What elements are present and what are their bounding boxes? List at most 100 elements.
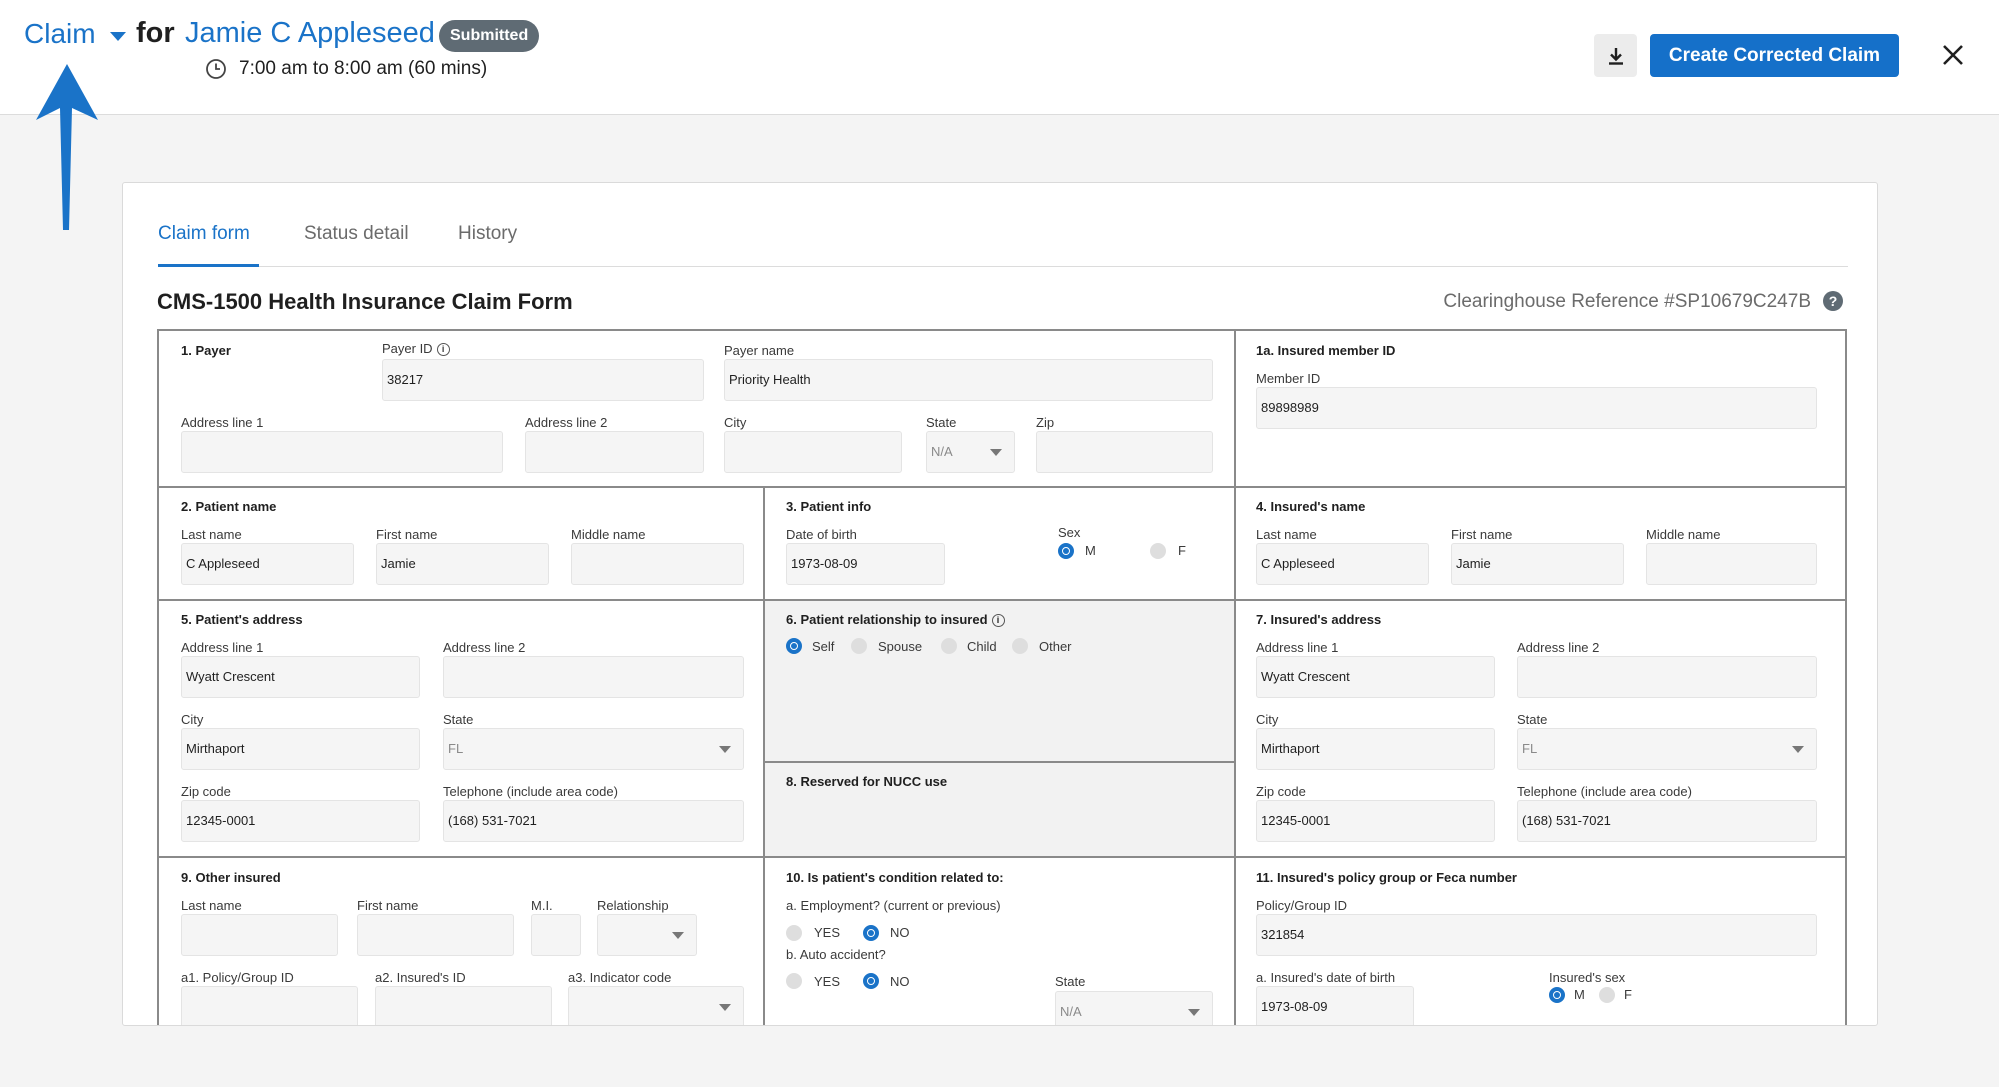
insured-phone-label: Telephone (include area code) [1517, 784, 1692, 799]
payer-city-input[interactable] [724, 431, 902, 473]
time-range: 7:00 am to 8:00 am (60 mins) [239, 58, 488, 79]
patient-sex-m-radio[interactable] [1058, 543, 1074, 559]
insured-sex-m-label: M [1574, 987, 1585, 1002]
payer-city-label: City [724, 415, 747, 430]
section-relationship-title: 6. Patient relationship to insured i [786, 612, 1005, 627]
auto-yes-label: YES [814, 974, 841, 989]
claim-menu-dropdown[interactable]: Claim [24, 18, 126, 50]
for-label: for [136, 17, 175, 49]
tab-history[interactable]: History [458, 223, 517, 267]
info-icon[interactable]: i [436, 343, 450, 356]
relationship-self-radio[interactable] [786, 638, 802, 654]
policy-group-label: Policy/Group ID [1256, 898, 1348, 913]
download-button[interactable] [1594, 34, 1637, 77]
insured-first-name-input[interactable]: Jamie [1451, 543, 1624, 585]
patient-city-label: City [181, 712, 204, 727]
relationship-child-radio[interactable] [941, 638, 957, 654]
patient-address2-input[interactable] [443, 656, 744, 698]
insured-sex-f-label: F [1624, 987, 1632, 1002]
insured-phone-input[interactable]: (168) 531-7021 [1517, 800, 1817, 842]
insured-city-input[interactable]: Mirthaport [1256, 728, 1495, 770]
patient-zip-label: Zip code [181, 784, 231, 799]
policy-group-input[interactable]: 321854 [1256, 914, 1817, 956]
section-other-insured-title: 9. Other insured [181, 870, 281, 885]
section-reserved-title: 8. Reserved for NUCC use [786, 774, 948, 789]
tab-claim-form[interactable]: Claim form [158, 223, 259, 267]
claim-menu-label: Claim [24, 18, 96, 49]
chevron-down-icon [672, 932, 684, 939]
payer-name-label: Payer name [724, 343, 795, 358]
patient-sex-label: Sex [1058, 525, 1081, 540]
payer-zip-input[interactable] [1036, 431, 1213, 473]
other-policy-group-input[interactable] [181, 986, 358, 1025]
create-corrected-claim-button[interactable]: Create Corrected Claim [1650, 34, 1899, 77]
relationship-spouse-radio[interactable] [851, 638, 867, 654]
close-icon[interactable] [1938, 40, 1968, 70]
employment-no-radio[interactable] [863, 925, 879, 941]
insured-state-select[interactable]: FL [1517, 728, 1817, 770]
insured-state-label: State [1517, 712, 1548, 727]
insured-address1-input[interactable]: Wyatt Crescent [1256, 656, 1495, 698]
other-indicator-select[interactable] [568, 986, 744, 1025]
other-mi-label: M.I. [531, 898, 553, 913]
patient-last-name-input[interactable]: C Appleseed [181, 543, 354, 585]
insured-middle-name-input[interactable] [1646, 543, 1817, 585]
shaded-area [765, 600, 1235, 857]
member-id-label: Member ID [1256, 371, 1321, 386]
insured-zip-input[interactable]: 12345-0001 [1256, 800, 1495, 842]
other-insured-id-input[interactable] [375, 986, 552, 1025]
help-icon[interactable]: ? [1823, 291, 1843, 311]
patient-city-input[interactable]: Mirthaport [181, 728, 420, 770]
employment-label: a. Employment? (current or previous) [786, 898, 1001, 913]
insured-dob-label: a. Insured's date of birth [1256, 970, 1396, 985]
patient-first-name-input[interactable]: Jamie [376, 543, 549, 585]
patient-name-link[interactable]: Jamie C Appleseed [185, 17, 435, 50]
download-icon [1608, 47, 1623, 65]
patient-phone-input[interactable]: (168) 531-7021 [443, 800, 744, 842]
status-badge: Submitted [439, 20, 540, 52]
patient-dob-input[interactable]: 1973-08-09 [786, 543, 945, 585]
section-payer-title: 1. Payer [181, 343, 231, 358]
employment-yes-radio[interactable] [786, 925, 802, 941]
patient-zip-input[interactable]: 12345-0001 [181, 800, 420, 842]
payer-address2-label: Address line 2 [525, 415, 608, 430]
relationship-spouse-label: Spouse [878, 639, 923, 654]
auto-yes-radio[interactable] [786, 973, 802, 989]
insured-sex-f-radio[interactable] [1599, 987, 1615, 1003]
chevron-down-icon [1792, 746, 1804, 753]
auto-state-select[interactable]: N/A [1055, 991, 1213, 1025]
payer-id-input[interactable]: 38217 [382, 359, 704, 401]
insured-dob-input[interactable]: 1973-08-09 [1256, 986, 1414, 1025]
insured-sex-m-radio[interactable] [1549, 987, 1565, 1003]
other-first-name-input[interactable] [357, 914, 514, 956]
chevron-down-icon [990, 449, 1002, 456]
other-last-name-input[interactable] [181, 914, 338, 956]
insured-city-label: City [1256, 712, 1279, 727]
member-id-input[interactable]: 89898989 [1256, 387, 1817, 429]
relationship-self-label: Self [812, 639, 835, 654]
insured-address2-input[interactable] [1517, 656, 1817, 698]
payer-address1-input[interactable] [181, 431, 503, 473]
other-relationship-select[interactable] [597, 914, 697, 956]
info-icon[interactable]: i [991, 614, 1005, 627]
patient-state-select[interactable]: FL [443, 728, 744, 770]
auto-no-radio[interactable] [863, 973, 879, 989]
tab-status-detail[interactable]: Status detail [304, 223, 409, 267]
patient-sex-f-radio[interactable] [1150, 543, 1166, 559]
other-insured-id-label: a2. Insured's ID [375, 970, 466, 985]
payer-state-select[interactable]: N/A [926, 431, 1015, 473]
payer-name-input[interactable]: Priority Health [724, 359, 1213, 401]
appointment-time: 7:00 am to 8:00 am (60 mins) [205, 58, 487, 80]
other-mi-input[interactable] [531, 914, 581, 956]
insured-middle-name-label: Middle name [1646, 527, 1721, 542]
insured-address2-label: Address line 2 [1517, 640, 1600, 655]
insured-last-name-input[interactable]: C Appleseed [1256, 543, 1429, 585]
patient-address1-input[interactable]: Wyatt Crescent [181, 656, 420, 698]
relationship-other-radio[interactable] [1012, 638, 1028, 654]
patient-first-name-label: First name [376, 527, 438, 542]
section-insured-name-title: 4. Insured's name [1256, 499, 1366, 514]
payer-address2-input[interactable] [525, 431, 704, 473]
payer-state-label: State [926, 415, 957, 430]
patient-middle-name-input[interactable] [571, 543, 744, 585]
tab-bar: Claim form Status detail History [158, 223, 1848, 267]
